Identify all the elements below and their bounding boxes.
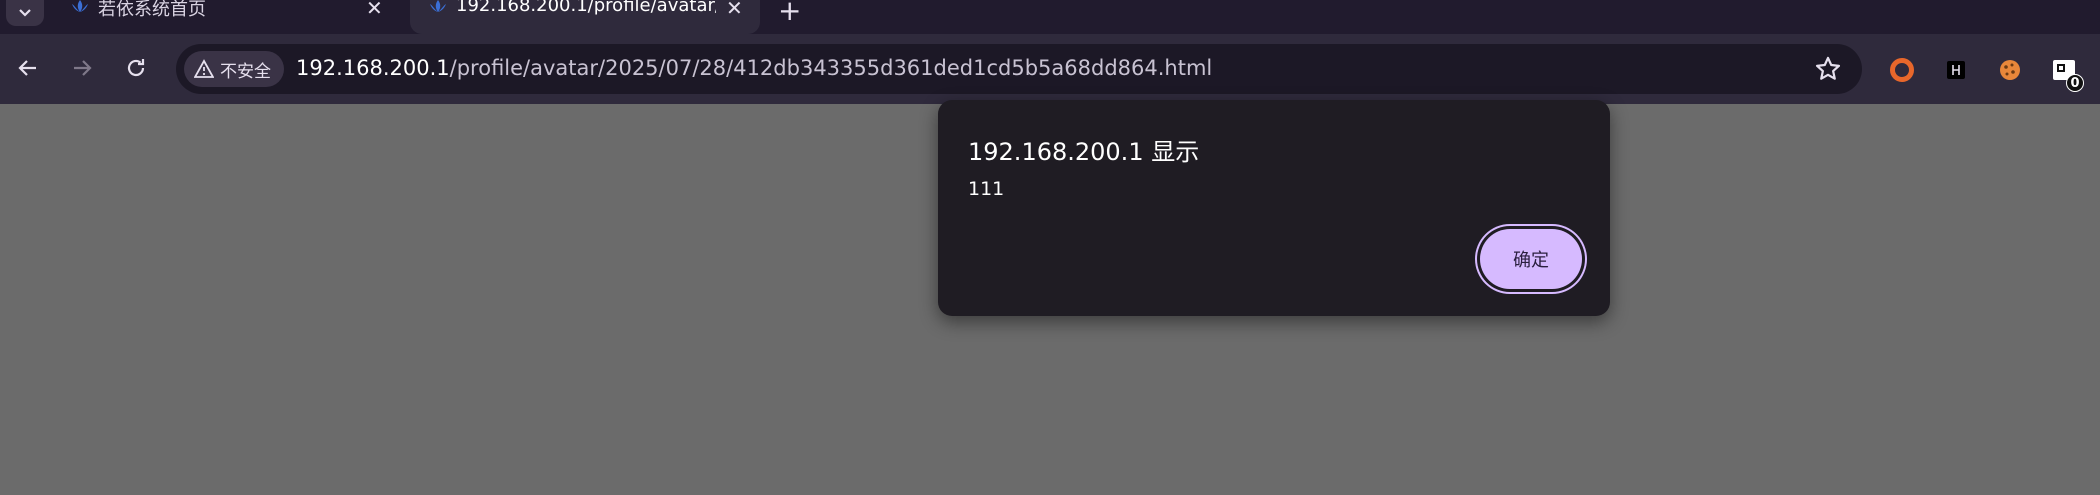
reload-icon [127,59,145,77]
dialog-message: 111 [968,178,1005,200]
chevron-down-icon [19,9,31,17]
ring-extension-icon[interactable] [1888,56,1916,84]
tab-search-button[interactable] [6,0,44,26]
bookmark-star-icon[interactable] [1814,55,1842,83]
alert-dialog: 192.168.200.1 显示 111 确定 [938,100,1610,316]
close-tab-icon[interactable]: ✕ [366,0,383,20]
forward-button[interactable] [62,48,102,88]
new-tab-button[interactable]: + [778,0,801,27]
security-label: 不安全 [220,61,271,82]
warning-triangle-icon [194,59,214,78]
url-host: 192.168.200.1 [296,56,450,80]
arrow-left-icon [18,60,36,76]
dialog-title: 192.168.200.1 显示 [968,138,1200,166]
tab-home[interactable]: 若依系统首页 ✕ [52,0,410,34]
reload-button[interactable] [116,48,156,88]
tag-extension-button[interactable]: 0 [2050,56,2084,92]
address-bar[interactable]: 不安全 192.168.200.1/profile/avatar/2025/07… [176,44,1862,94]
tab-avatar-page[interactable]: 192.168.200.1/profile/avatar/ ✕ [410,0,760,34]
cookie-extension-icon[interactable] [1996,56,2024,84]
tab-title: 若依系统首页 [98,0,206,20]
security-chip[interactable]: 不安全 [184,51,284,87]
arrow-right-icon [74,60,92,76]
back-button[interactable] [8,48,48,88]
close-tab-icon[interactable]: ✕ [726,0,743,20]
tab-strip: 若依系统首页 ✕ 192.168.200.1/profile/avatar/ ✕… [0,0,2100,34]
ok-button[interactable]: 确定 [1480,229,1582,289]
h-extension-icon[interactable] [1942,56,1970,84]
tab-title: 192.168.200.1/profile/avatar/ [456,0,716,16]
extension-badge: 0 [2066,74,2084,92]
lotus-favicon-icon [430,0,446,12]
url-path: /profile/avatar/2025/07/28/412db343355d3… [449,56,1213,80]
lotus-favicon-icon [72,0,88,12]
url-text[interactable]: 192.168.200.1/profile/avatar/2025/07/28/… [296,56,1212,80]
browser-toolbar: 不安全 192.168.200.1/profile/avatar/2025/07… [0,34,2100,104]
